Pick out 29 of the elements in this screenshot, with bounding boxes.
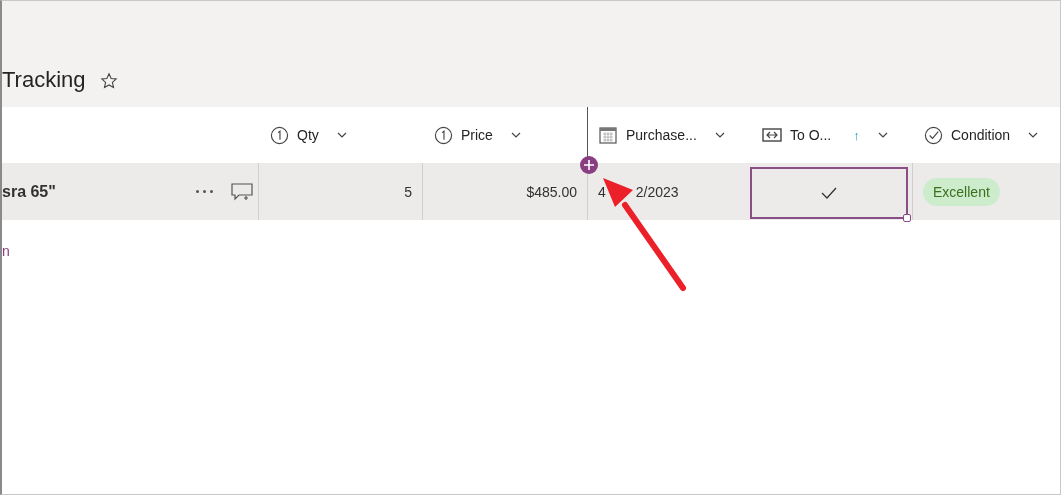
table-cell: $485.00 bbox=[526, 183, 577, 200]
column-header[interactable]: Purchase... bbox=[626, 127, 697, 143]
toggle-field-icon bbox=[762, 127, 782, 143]
column-header[interactable]: To O... bbox=[790, 127, 832, 143]
more-options-icon[interactable] bbox=[196, 190, 213, 193]
date-text: 2/2023 bbox=[635, 183, 679, 200]
calendar-icon bbox=[598, 125, 618, 145]
sort-indicator: ↑ bbox=[853, 127, 860, 143]
chevron-down-icon[interactable] bbox=[1028, 132, 1039, 138]
add-comment-icon[interactable] bbox=[231, 182, 253, 201]
add-column-icon[interactable] bbox=[580, 156, 598, 174]
date-text: 4 bbox=[598, 183, 606, 200]
resize-handle[interactable] bbox=[903, 213, 911, 222]
column-header[interactable]: Qty bbox=[297, 127, 319, 143]
star-icon[interactable] bbox=[99, 72, 118, 90]
chevron-down-icon[interactable] bbox=[336, 132, 347, 138]
table-cell: 5 bbox=[404, 183, 412, 200]
number-icon bbox=[434, 125, 453, 145]
column-header[interactable]: Condition bbox=[951, 127, 1011, 143]
link[interactable]: n bbox=[2, 243, 10, 259]
chevron-down-icon[interactable] bbox=[877, 132, 888, 138]
chevron-down-icon[interactable] bbox=[714, 132, 725, 138]
selected-cell[interactable] bbox=[750, 166, 908, 219]
number-icon bbox=[270, 125, 289, 145]
check-circle-icon bbox=[924, 125, 943, 145]
list-title: Tracking bbox=[2, 67, 86, 93]
condition-tag: Excellent bbox=[923, 177, 1000, 206]
column-header[interactable]: Price bbox=[461, 127, 493, 143]
chevron-down-icon[interactable] bbox=[510, 132, 521, 138]
